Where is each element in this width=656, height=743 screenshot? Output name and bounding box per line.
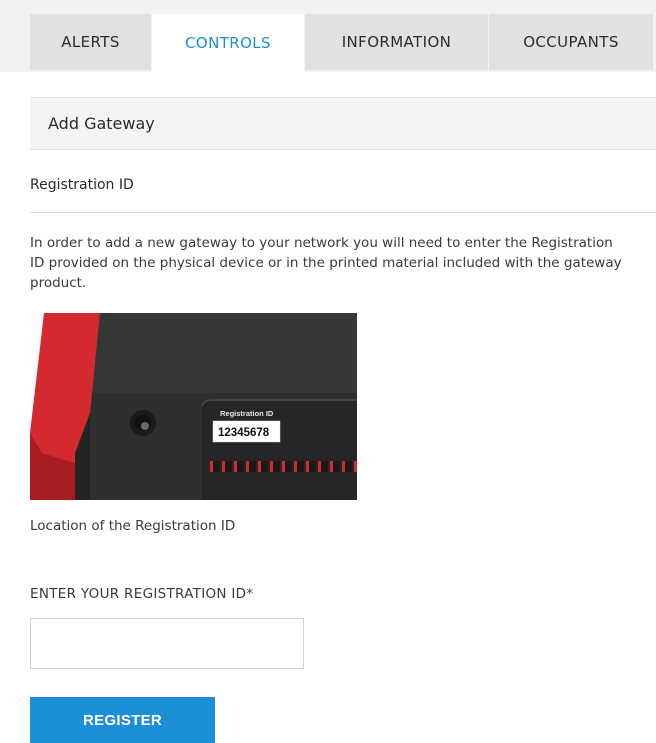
section-header: Add Gateway bbox=[30, 97, 656, 150]
tab-controls[interactable]: CONTROLS bbox=[152, 14, 304, 72]
registration-id-label: ENTER YOUR REGISTRATION ID* bbox=[30, 586, 254, 602]
device-label-value: 12345678 bbox=[218, 427, 270, 439]
register-button[interactable]: REGISTER bbox=[30, 697, 215, 743]
instructions-text: In order to add a new gateway to your ne… bbox=[30, 235, 622, 291]
tab-bar: ALERTS CONTROLS INFORMATION OCCUPANTS bbox=[0, 0, 656, 72]
divider bbox=[30, 212, 656, 213]
gateway-device-image: Registration ID 12345678 bbox=[30, 313, 357, 500]
tab-information[interactable]: INFORMATION bbox=[305, 14, 488, 70]
image-caption: Location of the Registration ID bbox=[30, 518, 236, 534]
tab-occupants[interactable]: OCCUPANTS bbox=[489, 14, 653, 70]
section-title: Add Gateway bbox=[48, 114, 155, 133]
registration-id-input[interactable] bbox=[30, 618, 304, 669]
add-gateway-page: ALERTS CONTROLS INFORMATION OCCUPANTS Ad… bbox=[0, 0, 656, 743]
device-label-title: Registration ID bbox=[220, 409, 274, 418]
registration-id-heading: Registration ID bbox=[30, 177, 134, 193]
tab-alerts[interactable]: ALERTS bbox=[30, 14, 151, 70]
